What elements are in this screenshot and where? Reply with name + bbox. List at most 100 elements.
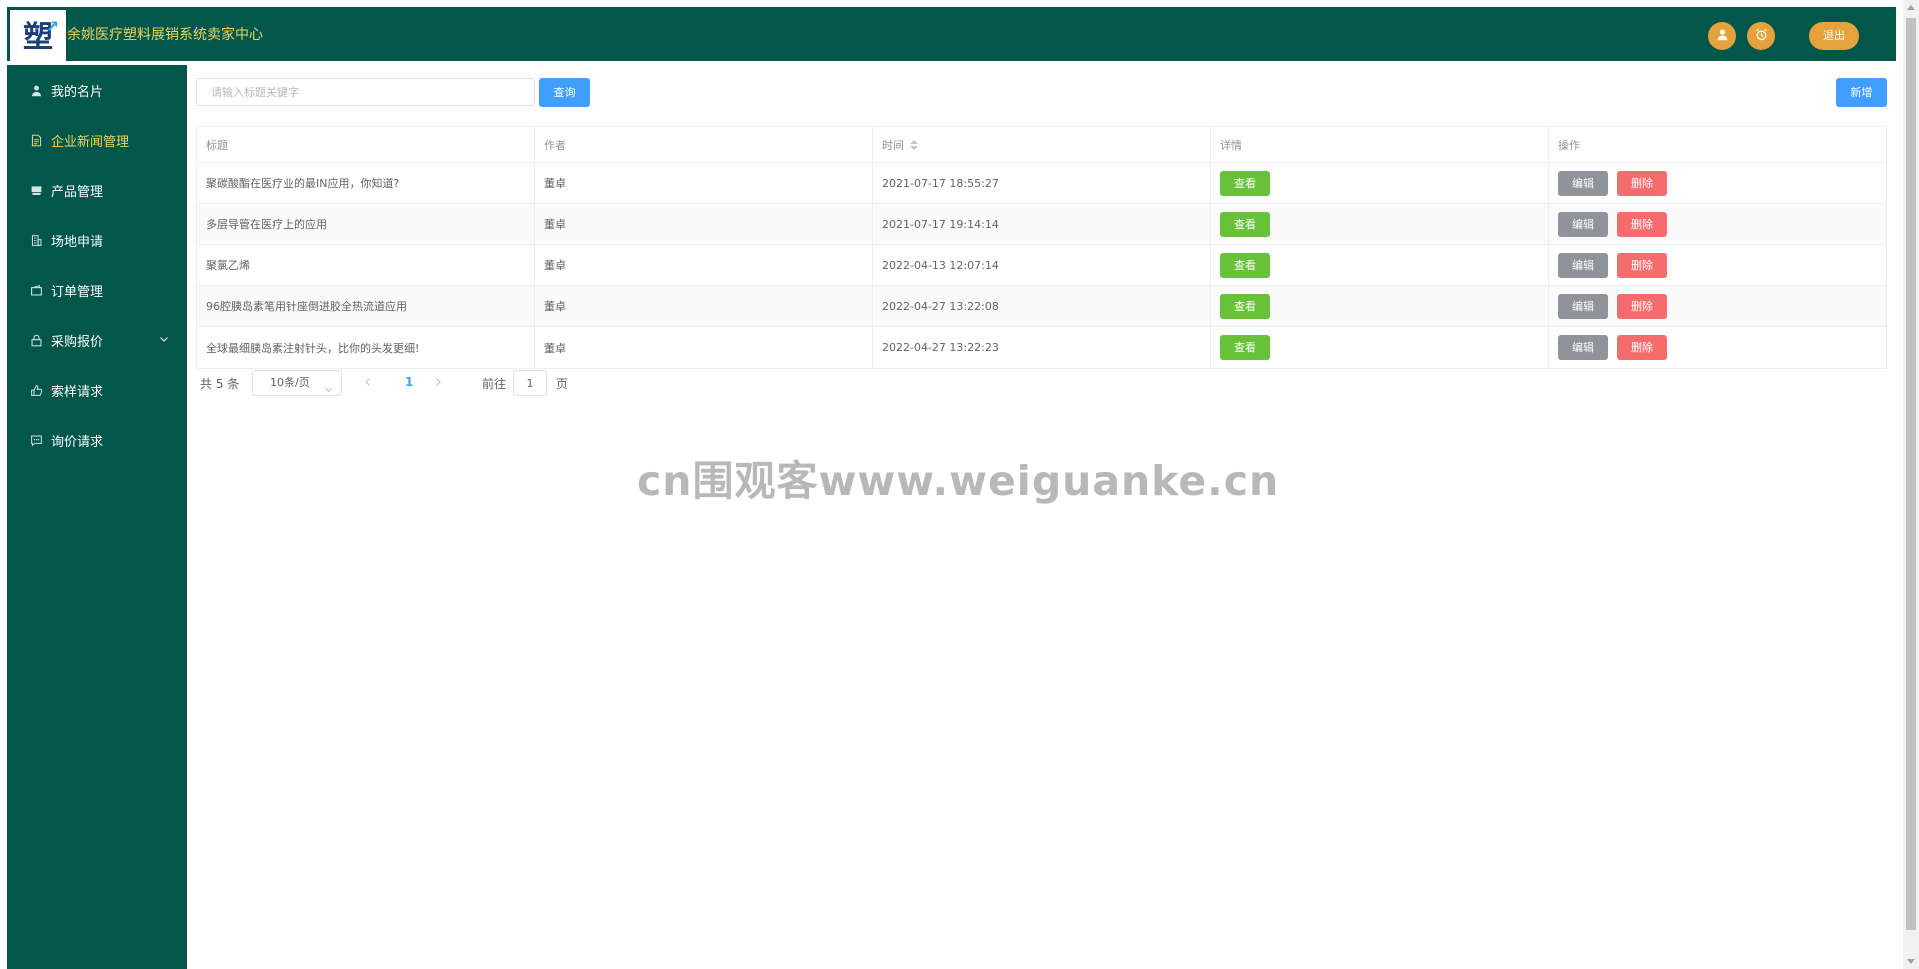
edit-button[interactable]: 编辑 bbox=[1558, 211, 1608, 237]
user-icon bbox=[1716, 28, 1729, 44]
pagination-total: 共 5 条 bbox=[200, 377, 240, 391]
sidebar-item-inquiries[interactable]: 询价请求 bbox=[7, 415, 187, 465]
view-button[interactable]: 查看 bbox=[1220, 293, 1270, 319]
watermark: cn围观客www.weiguanke.cn bbox=[637, 457, 1280, 505]
column-header-actions: 操作 bbox=[1558, 138, 1580, 152]
user-icon bbox=[29, 83, 43, 97]
pagination: 共 5 条 10条/页 1 前往 页 bbox=[196, 370, 796, 396]
view-button[interactable]: 查看 bbox=[1220, 170, 1270, 196]
cell-author: 董卓 bbox=[535, 286, 873, 326]
sidebar-item-my-card[interactable]: 我的名片 bbox=[7, 65, 187, 115]
cell-actions: 编辑 删除 bbox=[1549, 327, 1887, 368]
table-row: 聚碳酸酯在医疗业的最IN应用，你知道? 董卓 2021-07-17 18:55:… bbox=[197, 163, 1886, 204]
office-building-icon bbox=[29, 233, 43, 247]
sidebar: 我的名片 企业新闻管理 产品管理 场地申请 订单管理 采购报价 索样请求 询价请… bbox=[7, 61, 187, 969]
main-content: 查询 新增 标题 作者 时间 详情 操作 聚碳酸酯在医疗业的最IN应用，你知道?… bbox=[187, 61, 1896, 969]
cell-title: 全球最细胰岛素注射针头，比你的头发更细! bbox=[197, 327, 535, 368]
column-header-time[interactable]: 时间 bbox=[873, 127, 1211, 162]
chevron-left-icon bbox=[365, 378, 370, 386]
delete-button[interactable]: 删除 bbox=[1617, 293, 1667, 319]
cell-detail: 查看 bbox=[1211, 163, 1549, 203]
column-header-author: 作者 bbox=[535, 127, 873, 162]
sidebar-item-orders[interactable]: 订单管理 bbox=[7, 265, 187, 315]
sidebar-item-label: 订单管理 bbox=[51, 284, 104, 300]
document-icon bbox=[29, 133, 43, 147]
cell-time: 2022-04-13 12:07:14 bbox=[873, 245, 1211, 285]
sidebar-item-label: 索样请求 bbox=[51, 384, 104, 400]
cell-detail: 查看 bbox=[1211, 286, 1549, 326]
cell-actions: 编辑 删除 bbox=[1549, 163, 1887, 203]
add-button[interactable]: 新增 bbox=[1836, 78, 1887, 107]
logo[interactable]: 塑 ↗ bbox=[10, 10, 66, 66]
page-size-value: 10条/页 bbox=[270, 376, 310, 389]
cell-author: 董卓 bbox=[535, 163, 873, 203]
edit-button[interactable]: 编辑 bbox=[1558, 252, 1608, 278]
table-row: 多层导管在医疗上的应用 董卓 2021-07-17 19:14:14 查看 编辑… bbox=[197, 204, 1886, 245]
scroll-down-icon[interactable] bbox=[1907, 959, 1915, 964]
page-size-select[interactable]: 10条/页 bbox=[252, 370, 342, 396]
cell-actions: 编辑 删除 bbox=[1549, 245, 1887, 285]
sidebar-item-news[interactable]: 企业新闻管理 bbox=[7, 115, 187, 165]
view-button[interactable]: 查看 bbox=[1220, 335, 1270, 360]
edit-button[interactable]: 编辑 bbox=[1558, 170, 1608, 196]
scroll-up-icon[interactable] bbox=[1907, 5, 1915, 10]
chevron-right-icon bbox=[436, 378, 441, 386]
cell-detail: 查看 bbox=[1211, 245, 1549, 285]
view-button[interactable]: 查看 bbox=[1220, 252, 1270, 278]
sidebar-item-label: 我的名片 bbox=[51, 84, 104, 100]
goto-label: 前往 bbox=[482, 377, 507, 391]
cell-time: 2021-07-17 18:55:27 bbox=[873, 163, 1211, 203]
chat-dot-icon bbox=[29, 433, 43, 447]
sort-caret-icon[interactable] bbox=[910, 139, 918, 150]
query-button[interactable]: 查询 bbox=[539, 78, 590, 107]
sidebar-item-products[interactable]: 产品管理 bbox=[7, 165, 187, 215]
sidebar-item-venue[interactable]: 场地申请 bbox=[7, 215, 187, 265]
cell-title: 聚碳酸酯在医疗业的最IN应用，你知道? bbox=[197, 163, 535, 203]
scrollbar-thumb[interactable] bbox=[1906, 18, 1916, 930]
column-header-detail: 详情 bbox=[1211, 127, 1549, 162]
column-header-time-label: 时间 bbox=[882, 138, 904, 152]
logo-arrow-icon: ↗ bbox=[45, 17, 59, 36]
chevron-down-icon bbox=[159, 333, 169, 348]
alarm-clock-icon bbox=[1755, 28, 1768, 44]
cell-title: 聚氯乙烯 bbox=[197, 245, 535, 285]
page-number-current[interactable]: 1 bbox=[405, 375, 413, 389]
logout-button[interactable]: 退出 bbox=[1809, 22, 1859, 50]
sidebar-item-label: 场地申请 bbox=[51, 234, 104, 250]
delete-button[interactable]: 删除 bbox=[1617, 252, 1667, 278]
cell-detail: 查看 bbox=[1211, 327, 1549, 368]
table-row: 聚氯乙烯 董卓 2022-04-13 12:07:14 查看 编辑 删除 bbox=[197, 245, 1886, 286]
sidebar-item-label: 产品管理 bbox=[51, 184, 104, 200]
news-table: 标题 作者 时间 详情 操作 聚碳酸酯在医疗业的最IN应用，你知道? 董卓 20… bbox=[196, 126, 1887, 369]
table-header-row: 标题 作者 时间 详情 操作 bbox=[197, 127, 1886, 163]
user-button[interactable] bbox=[1708, 22, 1736, 50]
cell-author: 董卓 bbox=[535, 204, 873, 244]
sidebar-item-label: 询价请求 bbox=[51, 434, 104, 450]
vertical-scrollbar[interactable] bbox=[1903, 0, 1919, 969]
cell-time: 2022-04-27 13:22:23 bbox=[873, 327, 1211, 368]
delete-button[interactable]: 删除 bbox=[1617, 211, 1667, 237]
goto-page-input[interactable] bbox=[513, 370, 547, 396]
sidebar-item-samples[interactable]: 索样请求 bbox=[7, 365, 187, 415]
edit-button[interactable]: 编辑 bbox=[1558, 335, 1608, 360]
cell-title: 96腔胰岛素笔用针座倒进胶全热流道应用 bbox=[197, 286, 535, 326]
table-row: 全球最细胰岛素注射针头，比你的头发更细! 董卓 2022-04-27 13:22… bbox=[197, 327, 1886, 368]
prev-page-button[interactable] bbox=[363, 376, 373, 390]
sidebar-item-quotes[interactable]: 采购报价 bbox=[7, 315, 187, 365]
delete-button[interactable]: 删除 bbox=[1617, 170, 1667, 196]
next-page-button[interactable] bbox=[433, 376, 443, 390]
view-button[interactable]: 查看 bbox=[1220, 211, 1270, 237]
table-row: 96腔胰岛素笔用针座倒进胶全热流道应用 董卓 2022-04-27 13:22:… bbox=[197, 286, 1886, 327]
search-input[interactable] bbox=[196, 78, 535, 106]
cell-author: 董卓 bbox=[535, 327, 873, 368]
alarm-button[interactable] bbox=[1747, 22, 1775, 50]
edit-button[interactable]: 编辑 bbox=[1558, 293, 1608, 319]
goods-icon bbox=[29, 183, 43, 197]
chevron-down-icon bbox=[324, 379, 333, 403]
page-unit-label: 页 bbox=[556, 377, 569, 391]
cell-time: 2021-07-17 19:14:14 bbox=[873, 204, 1211, 244]
cell-title: 多层导管在医疗上的应用 bbox=[197, 204, 535, 244]
column-header-title: 标题 bbox=[197, 127, 535, 162]
logo-mark: 塑 ↗ bbox=[23, 19, 59, 53]
delete-button[interactable]: 删除 bbox=[1617, 335, 1667, 360]
